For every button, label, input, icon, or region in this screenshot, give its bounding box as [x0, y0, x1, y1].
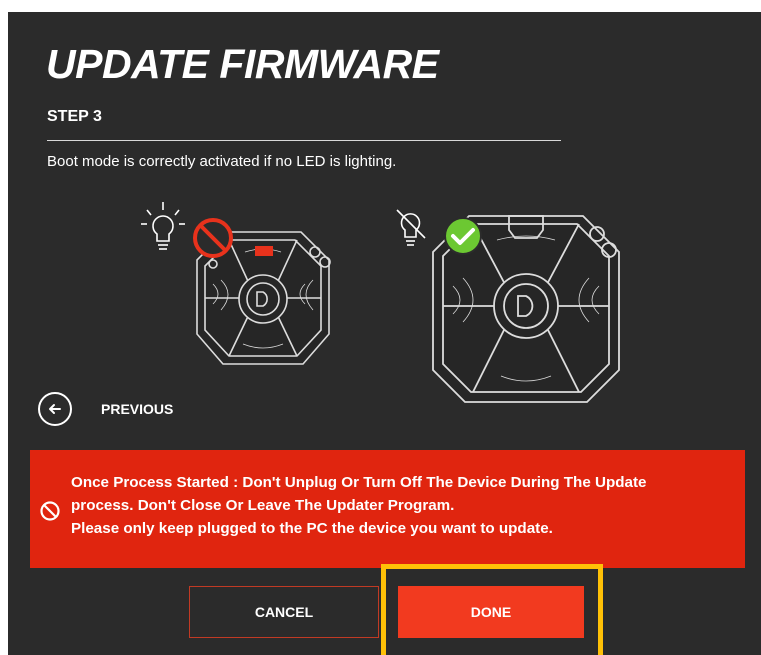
done-button[interactable]: DONE [398, 586, 584, 638]
step-description: Boot mode is correctly activated if no L… [47, 153, 397, 170]
firmware-update-panel: UPDATE FIRMWARE STEP 3 Boot mode is corr… [8, 12, 761, 655]
warning-text: Once Process Started : Don't Unplug Or T… [71, 471, 731, 540]
divider [47, 140, 561, 141]
step-label: STEP 3 [47, 108, 102, 125]
lit-bulb-icon [141, 202, 185, 250]
prohibited-icon [193, 218, 233, 258]
page-title: UPDATE FIRMWARE [46, 41, 439, 87]
illustration-incorrect [133, 194, 353, 389]
check-icon [444, 217, 482, 255]
arrow-left-icon [49, 404, 61, 414]
warning-banner: Once Process Started : Don't Unplug Or T… [30, 450, 745, 568]
prohibited-icon [40, 501, 60, 521]
warning-line-1: Once Process Started : Don't Unplug Or T… [71, 474, 647, 491]
illustration-correct [391, 194, 631, 409]
warning-line-3: Please only keep plugged to the PC the d… [71, 520, 553, 537]
warning-line-2: process. Don't Close Or Leave The Update… [71, 497, 455, 514]
previous-button[interactable] [38, 392, 72, 426]
unlit-bulb-icon [396, 209, 426, 246]
cancel-button[interactable]: CANCEL [189, 586, 379, 638]
led-indicator [255, 246, 273, 256]
previous-link[interactable]: PREVIOUS [101, 401, 173, 417]
